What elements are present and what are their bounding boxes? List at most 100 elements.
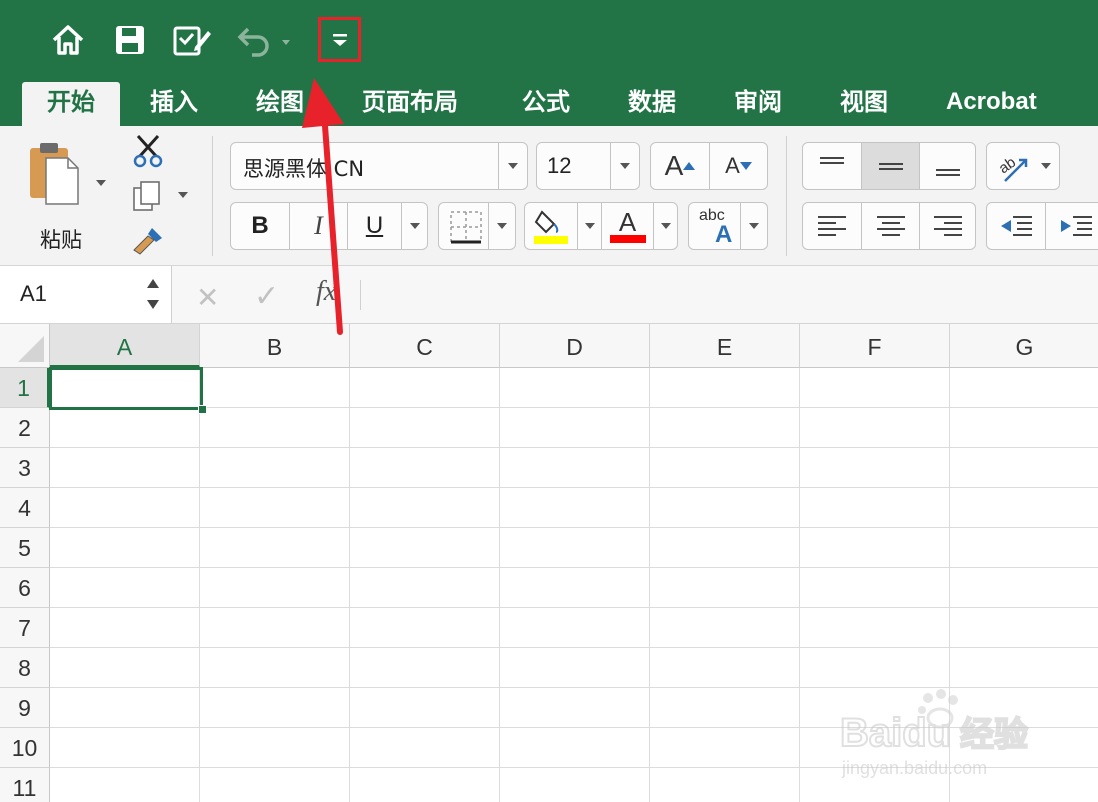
- paste-button[interactable]: 粘贴: [24, 138, 114, 252]
- insert-function-icon[interactable]: fx: [316, 276, 336, 308]
- cell-f1[interactable]: [800, 368, 950, 408]
- cell-g7[interactable]: [950, 608, 1098, 648]
- cell-f2[interactable]: [800, 408, 950, 448]
- cell-f8[interactable]: [800, 648, 950, 688]
- cell-c11[interactable]: [350, 768, 500, 802]
- cell-e6[interactable]: [650, 568, 800, 608]
- edit-document-icon[interactable]: [172, 20, 212, 60]
- cell-c3[interactable]: [350, 448, 500, 488]
- cell-d2[interactable]: [500, 408, 650, 448]
- stepper-arrows-icon[interactable]: [146, 276, 160, 312]
- cell-d6[interactable]: [500, 568, 650, 608]
- row-header-8[interactable]: 8: [0, 648, 50, 688]
- cell-a3[interactable]: [50, 448, 200, 488]
- cell-g4[interactable]: [950, 488, 1098, 528]
- column-header-b[interactable]: B: [200, 324, 350, 368]
- copy-button[interactable]: [132, 180, 192, 214]
- underline-button[interactable]: U: [347, 203, 401, 249]
- cell-c4[interactable]: [350, 488, 500, 528]
- tab-review[interactable]: 审阅: [734, 82, 782, 126]
- cell-d11[interactable]: [500, 768, 650, 802]
- font-size-select[interactable]: 12: [536, 142, 640, 190]
- align-left-button[interactable]: [803, 203, 861, 249]
- row-header-9[interactable]: 9: [0, 688, 50, 728]
- borders-button[interactable]: [438, 202, 516, 250]
- cell-f5[interactable]: [800, 528, 950, 568]
- cell-g1[interactable]: [950, 368, 1098, 408]
- tab-home[interactable]: 开始: [22, 82, 120, 126]
- cell-g5[interactable]: [950, 528, 1098, 568]
- cell-f3[interactable]: [800, 448, 950, 488]
- align-right-button[interactable]: [919, 203, 975, 249]
- tab-data[interactable]: 数据: [628, 82, 676, 126]
- cell-d9[interactable]: [500, 688, 650, 728]
- cell-e4[interactable]: [650, 488, 800, 528]
- column-header-e[interactable]: E: [650, 324, 800, 368]
- cell-e7[interactable]: [650, 608, 800, 648]
- cell-d5[interactable]: [500, 528, 650, 568]
- cell-f6[interactable]: [800, 568, 950, 608]
- cell-a10[interactable]: [50, 728, 200, 768]
- row-header-4[interactable]: 4: [0, 488, 50, 528]
- formula-input[interactable]: [368, 270, 1098, 320]
- cell-d4[interactable]: [500, 488, 650, 528]
- cell-a11[interactable]: [50, 768, 200, 802]
- column-header-c[interactable]: C: [350, 324, 500, 368]
- align-middle-button[interactable]: [861, 143, 919, 189]
- fill-color-dropdown[interactable]: [577, 203, 601, 249]
- cell-d8[interactable]: [500, 648, 650, 688]
- column-header-d[interactable]: D: [500, 324, 650, 368]
- cell-c2[interactable]: [350, 408, 500, 448]
- row-header-5[interactable]: 5: [0, 528, 50, 568]
- cell-a6[interactable]: [50, 568, 200, 608]
- cell-e11[interactable]: [650, 768, 800, 802]
- cell-f4[interactable]: [800, 488, 950, 528]
- cell-f7[interactable]: [800, 608, 950, 648]
- cell-c7[interactable]: [350, 608, 500, 648]
- tab-insert[interactable]: 插入: [150, 82, 198, 126]
- cell-a7[interactable]: [50, 608, 200, 648]
- cell-d1[interactable]: [500, 368, 650, 408]
- cell-e10[interactable]: [650, 728, 800, 768]
- cell-b5[interactable]: [200, 528, 350, 568]
- row-header-3[interactable]: 3: [0, 448, 50, 488]
- tab-formulas[interactable]: 公式: [522, 82, 570, 126]
- fill-handle[interactable]: [198, 405, 207, 414]
- phonetic-guide-button[interactable]: abc A: [688, 202, 768, 250]
- column-header-f[interactable]: F: [800, 324, 950, 368]
- cell-g3[interactable]: [950, 448, 1098, 488]
- cell-b1[interactable]: [200, 368, 350, 408]
- active-cell-a1[interactable]: [49, 367, 203, 410]
- decrease-indent-button[interactable]: [987, 203, 1045, 249]
- row-header-1[interactable]: 1: [0, 368, 50, 408]
- cell-b9[interactable]: [200, 688, 350, 728]
- cell-e3[interactable]: [650, 448, 800, 488]
- customize-quick-access-button[interactable]: [318, 17, 361, 62]
- fill-color-button[interactable]: [525, 203, 577, 249]
- orientation-button[interactable]: ab: [986, 142, 1060, 190]
- column-header-a[interactable]: A: [50, 324, 200, 368]
- cell-a5[interactable]: [50, 528, 200, 568]
- cell-c1[interactable]: [350, 368, 500, 408]
- cancel-icon[interactable]: ✕: [196, 281, 219, 314]
- cell-b6[interactable]: [200, 568, 350, 608]
- cell-a9[interactable]: [50, 688, 200, 728]
- row-header-6[interactable]: 6: [0, 568, 50, 608]
- increase-indent-button[interactable]: [1045, 203, 1098, 249]
- font-color-button[interactable]: A: [601, 203, 653, 249]
- cell-c5[interactable]: [350, 528, 500, 568]
- column-header-g[interactable]: G: [950, 324, 1098, 368]
- row-header-10[interactable]: 10: [0, 728, 50, 768]
- cell-e9[interactable]: [650, 688, 800, 728]
- cell-b8[interactable]: [200, 648, 350, 688]
- select-all-corner[interactable]: [0, 324, 50, 368]
- cell-a2[interactable]: [50, 408, 200, 448]
- cell-d3[interactable]: [500, 448, 650, 488]
- cell-e5[interactable]: [650, 528, 800, 568]
- shrink-font-button[interactable]: A: [709, 143, 767, 189]
- cell-d7[interactable]: [500, 608, 650, 648]
- cell-b11[interactable]: [200, 768, 350, 802]
- row-header-7[interactable]: 7: [0, 608, 50, 648]
- align-bottom-button[interactable]: [919, 143, 975, 189]
- home-icon[interactable]: [48, 20, 88, 60]
